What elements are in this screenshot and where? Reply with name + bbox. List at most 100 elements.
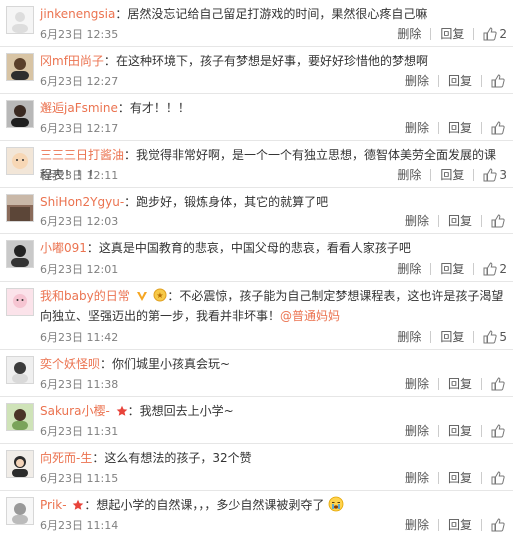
reply-button[interactable]: 回复 <box>440 25 464 42</box>
like-button[interactable] <box>491 470 507 485</box>
avatar[interactable] <box>6 497 34 525</box>
divider <box>473 330 475 343</box>
like-button[interactable]: 2 <box>483 27 507 41</box>
delete-button[interactable]: 删除 <box>397 166 421 183</box>
mention-link[interactable]: @普通妈妈 <box>280 309 340 323</box>
avatar[interactable] <box>6 356 34 384</box>
avatar[interactable] <box>6 403 34 431</box>
thumbs-up-icon <box>483 167 498 181</box>
thumbs-up-icon <box>483 26 498 40</box>
username-link[interactable]: 三三三日打酱油 <box>40 148 124 162</box>
username-link[interactable]: 我和baby的日常 <box>40 289 130 303</box>
delete-button[interactable]: 删除 <box>405 422 429 439</box>
delete-button[interactable]: 删除 <box>405 212 429 229</box>
delete-button[interactable]: 删除 <box>405 516 429 533</box>
username-link[interactable]: Prik- <box>40 498 67 512</box>
reply-button[interactable]: 回复 <box>448 516 472 533</box>
avatar[interactable] <box>6 53 34 81</box>
like-button[interactable]: 5 <box>483 330 507 344</box>
username-link[interactable]: ShiHon2Ygyu- <box>40 195 124 209</box>
comment-text: Sakura小樱- ：我想回去上小学~ <box>40 401 507 421</box>
like-button[interactable]: 2 <box>483 262 507 276</box>
delete-button[interactable]: 删除 <box>405 469 429 486</box>
like-count: 3 <box>499 167 507 182</box>
avatar[interactable] <box>6 240 34 268</box>
comment-item: 我和baby的日常 ★ ：不必震惊，孩子能为自己制定梦想课程表，这也许是孩子渴望向… <box>0 282 513 350</box>
reply-button[interactable]: 回复 <box>448 119 472 136</box>
reply-button[interactable]: 回复 <box>448 72 472 89</box>
comment-actions: 删除 回复 5 <box>397 328 507 345</box>
comment-text: Prik- ：想起小学的自然课，，，多少自然课被剥夺了 <box>40 495 507 515</box>
vip-icon <box>136 292 147 301</box>
timestamp: 6月23日 11:42 <box>40 331 119 344</box>
colon: ： <box>84 498 97 512</box>
like-button[interactable]: 3 <box>483 168 507 182</box>
avatar[interactable] <box>6 194 34 222</box>
username-link[interactable]: jinkenengsia <box>40 7 115 21</box>
star-badge-icon <box>73 499 84 510</box>
like-count: 2 <box>499 26 507 41</box>
like-button[interactable] <box>491 376 507 391</box>
like-button[interactable] <box>491 120 507 135</box>
like-button[interactable] <box>491 517 507 532</box>
timestamp: 6月23日 12:35 <box>40 28 119 41</box>
comment-body: 这么有想法的孩子，32个赞 <box>104 451 252 465</box>
comment-item: 小嘟091：这真是中国教育的悲哀，中国父母的悲哀，看看人家孩子吧 6月23日 1… <box>0 234 513 282</box>
reply-button[interactable]: 回复 <box>448 375 472 392</box>
comment-body: 你们城里小孩真会玩~ <box>112 357 231 371</box>
reply-button[interactable]: 回复 <box>448 212 472 229</box>
colon: ： <box>167 289 180 303</box>
thumbs-up-icon <box>491 517 505 531</box>
thumbs-up-icon <box>483 261 498 275</box>
timestamp: 6月23日 11:31 <box>40 425 119 438</box>
delete-button[interactable]: 删除 <box>397 328 421 345</box>
avatar[interactable] <box>6 100 34 128</box>
delete-button[interactable]: 删除 <box>405 375 429 392</box>
avatar[interactable] <box>6 450 34 478</box>
reply-button[interactable]: 回复 <box>440 166 464 183</box>
username-link[interactable]: 奕个妖怪呗 <box>40 357 100 371</box>
divider <box>481 377 482 390</box>
delete-button[interactable]: 删除 <box>405 119 429 136</box>
colon: ： <box>124 195 137 209</box>
divider <box>437 74 439 87</box>
delete-button[interactable]: 删除 <box>397 25 421 42</box>
colon: ： <box>92 451 105 465</box>
svg-text:★: ★ <box>157 291 164 300</box>
divider <box>473 27 475 40</box>
divider <box>437 424 439 437</box>
delete-button[interactable]: 删除 <box>397 260 421 277</box>
like-button[interactable] <box>491 213 507 228</box>
colon: ： <box>124 148 137 162</box>
crying-face-icon <box>328 496 344 512</box>
comment-actions: 删除 回复 <box>405 422 507 439</box>
timestamp: 6月23日 12:11 <box>40 169 119 182</box>
reply-button[interactable]: 回复 <box>448 469 472 486</box>
avatar[interactable] <box>6 288 34 316</box>
username-link[interactable]: 向死而-生 <box>40 451 92 465</box>
thumbs-up-icon <box>491 120 505 134</box>
comment-text: 向死而-生：这么有想法的孩子，32个赞 <box>40 448 507 468</box>
divider <box>473 168 475 181</box>
colon: ： <box>100 357 113 371</box>
divider <box>473 262 475 275</box>
medal-icon: ★ <box>153 288 167 302</box>
delete-button[interactable]: 删除 <box>405 72 429 89</box>
username-link[interactable]: 小嘟091 <box>40 241 87 255</box>
like-button[interactable] <box>491 423 507 438</box>
divider <box>481 471 482 484</box>
timestamp: 6月23日 11:14 <box>40 519 119 532</box>
reply-button[interactable]: 回复 <box>448 422 472 439</box>
reply-button[interactable]: 回复 <box>440 260 464 277</box>
username-link[interactable]: 邂逅jaFsmine <box>40 101 118 115</box>
timestamp: 6月23日 11:15 <box>40 472 119 485</box>
reply-button[interactable]: 回复 <box>440 328 464 345</box>
username-link[interactable]: Sakura小樱- <box>40 404 110 418</box>
divider <box>430 262 432 275</box>
timestamp: 6月23日 11:38 <box>40 378 119 391</box>
like-button[interactable] <box>491 73 507 88</box>
username-link[interactable]: 冈mf田尚子 <box>40 54 104 68</box>
avatar[interactable] <box>6 147 34 175</box>
comment-text: 邂逅jaFsmine：有才！！！ <box>40 98 507 118</box>
avatar[interactable] <box>6 6 34 34</box>
